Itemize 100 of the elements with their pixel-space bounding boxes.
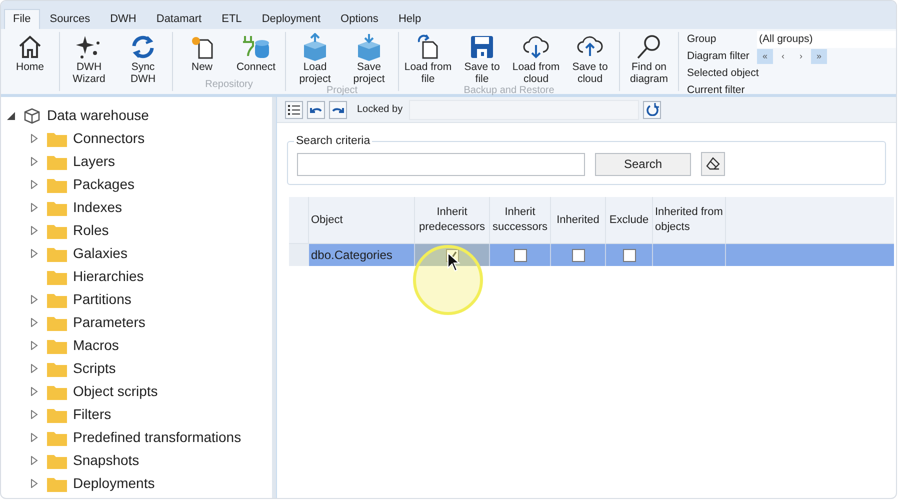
tree-item[interactable]: Parameters: [73, 312, 146, 333]
expand-arrow-icon[interactable]: [31, 479, 38, 488]
expand-arrow-icon[interactable]: [31, 318, 38, 327]
folder-icon: [47, 384, 67, 400]
nav-button[interactable]: ‹: [775, 49, 791, 64]
tree-item[interactable]: Hierarchies: [73, 266, 144, 287]
nav-button[interactable]: «: [757, 49, 773, 64]
field-label: Locked by: [357, 103, 404, 117]
tree-item[interactable]: Deployments: [73, 473, 155, 494]
menu-tab[interactable]: Datamart: [146, 9, 212, 29]
column-header[interactable]: Inherit successors: [490, 197, 551, 243]
ribbon-button[interactable]: Connect: [231, 32, 281, 73]
nav-button[interactable]: ›: [793, 49, 809, 64]
folder-icon: [47, 176, 67, 192]
toolbar-button[interactable]: [329, 100, 347, 118]
expand-arrow-icon[interactable]: [31, 456, 38, 465]
folder-icon: [47, 130, 67, 146]
tree-item[interactable]: Partitions: [73, 289, 132, 310]
expand-arrow-icon[interactable]: [31, 157, 38, 166]
ribbon-button[interactable]: Save to file: [457, 32, 507, 85]
expand-arrow-icon[interactable]: [31, 364, 38, 373]
expand-arrow-icon[interactable]: [31, 180, 38, 189]
tree-item[interactable]: Scripts: [73, 358, 116, 379]
menu-tab[interactable]: Help: [388, 9, 432, 29]
ribbon-button[interactable]: Save to cloud: [565, 32, 615, 85]
expand-arrow-icon[interactable]: [31, 249, 38, 258]
magnifier-icon: [636, 34, 662, 60]
menu-tab[interactable]: Options: [330, 9, 388, 29]
ribbon-button[interactable]: DWH Wizard: [64, 32, 114, 85]
column-header[interactable]: Inherited: [551, 197, 606, 243]
folder-icon: [47, 314, 67, 330]
tree-item[interactable]: Roles: [73, 220, 109, 241]
checkbox[interactable]: [572, 248, 584, 262]
search-button[interactable]: Search: [595, 152, 691, 176]
expand-arrow-icon[interactable]: [31, 295, 38, 304]
folder-icon: [47, 406, 67, 422]
folder-icon: [47, 452, 67, 468]
menu-tab[interactable]: Deployment: [252, 9, 331, 29]
checkbox[interactable]: [622, 248, 636, 262]
ribbon-button[interactable]: Load from file: [403, 32, 453, 85]
house-icon: [17, 34, 43, 60]
column-header[interactable]: Inherit predecessors: [415, 197, 490, 243]
ribbon-button[interactable]: Load from cloud: [511, 32, 561, 85]
field-label: Selected object: [687, 66, 760, 81]
column-header[interactable]: Exclude: [606, 197, 653, 243]
folder-icon: [47, 200, 67, 216]
group-dropdown[interactable]: (All groups): [757, 31, 896, 48]
ribbon-button[interactable]: New: [177, 32, 227, 73]
tree-item[interactable]: Indexes: [73, 197, 122, 218]
toolbar-button[interactable]: [307, 100, 325, 118]
tree-item[interactable]: Data warehouse: [47, 105, 149, 126]
expand-arrow-icon[interactable]: [31, 433, 38, 442]
expand-arrow-icon[interactable]: [31, 410, 38, 419]
tree-item[interactable]: Layers: [73, 151, 116, 172]
tree-item[interactable]: Snapshots: [73, 450, 140, 471]
menu-tab[interactable]: Sources: [40, 9, 100, 29]
ribbon-button[interactable]: Load project: [290, 32, 340, 85]
eraser-icon: [706, 157, 720, 171]
tree-item[interactable]: Predefined transformations: [73, 427, 242, 448]
ribbon-button[interactable]: Find on diagram: [624, 32, 674, 85]
tree-item[interactable]: Filters: [73, 404, 112, 425]
tree-item[interactable]: Galaxies: [73, 243, 128, 264]
folder-icon: [47, 222, 67, 238]
sync-icon: [130, 34, 156, 60]
nav-button[interactable]: »: [811, 49, 827, 64]
expand-arrow-icon[interactable]: [31, 226, 38, 235]
collapse-arrow-icon[interactable]: [7, 112, 15, 120]
checkbox[interactable]: [514, 248, 526, 262]
menu-tab[interactable]: DWH: [100, 9, 146, 29]
menu-tab[interactable]: File: [4, 9, 40, 29]
expand-arrow-icon[interactable]: [31, 341, 38, 350]
new-document-icon: [189, 34, 215, 60]
tree-item[interactable]: Connectors: [73, 128, 145, 149]
tree-item[interactable]: Object scripts: [73, 381, 158, 402]
ribbon-button[interactable]: Save project: [344, 32, 394, 85]
table-row[interactable]: dbo.Categories: [289, 244, 894, 266]
menu-tab[interactable]: ETL: [212, 9, 252, 29]
expand-arrow-icon[interactable]: [31, 134, 38, 143]
group-label: Backup and Restore: [464, 85, 554, 97]
column-header[interactable]: Object: [309, 197, 415, 243]
column-header[interactable]: Inherited from objects: [653, 197, 726, 243]
folder-icon: [47, 154, 67, 170]
folder-icon: [47, 430, 67, 446]
toolbar-button[interactable]: [285, 100, 303, 118]
field-label: Current filter: [687, 83, 746, 98]
mouse-pointer-icon: [447, 252, 461, 272]
clear-button[interactable]: [701, 152, 725, 176]
expand-arrow-icon[interactable]: [31, 387, 38, 396]
refresh-icon: [646, 103, 658, 116]
folder-icon: [47, 268, 67, 284]
refresh-button[interactable]: [643, 100, 661, 118]
group-label: Repository: [205, 79, 253, 91]
expand-arrow-icon[interactable]: [31, 203, 38, 212]
tree-item[interactable]: Macros: [73, 335, 119, 356]
search-field[interactable]: [297, 152, 585, 176]
tree-item[interactable]: Packages: [73, 174, 134, 195]
field-label: Group: [687, 32, 718, 47]
ribbon-button[interactable]: Home: [5, 32, 55, 73]
ribbon-button[interactable]: Sync DWH: [118, 32, 168, 85]
folder-icon: [47, 338, 67, 354]
